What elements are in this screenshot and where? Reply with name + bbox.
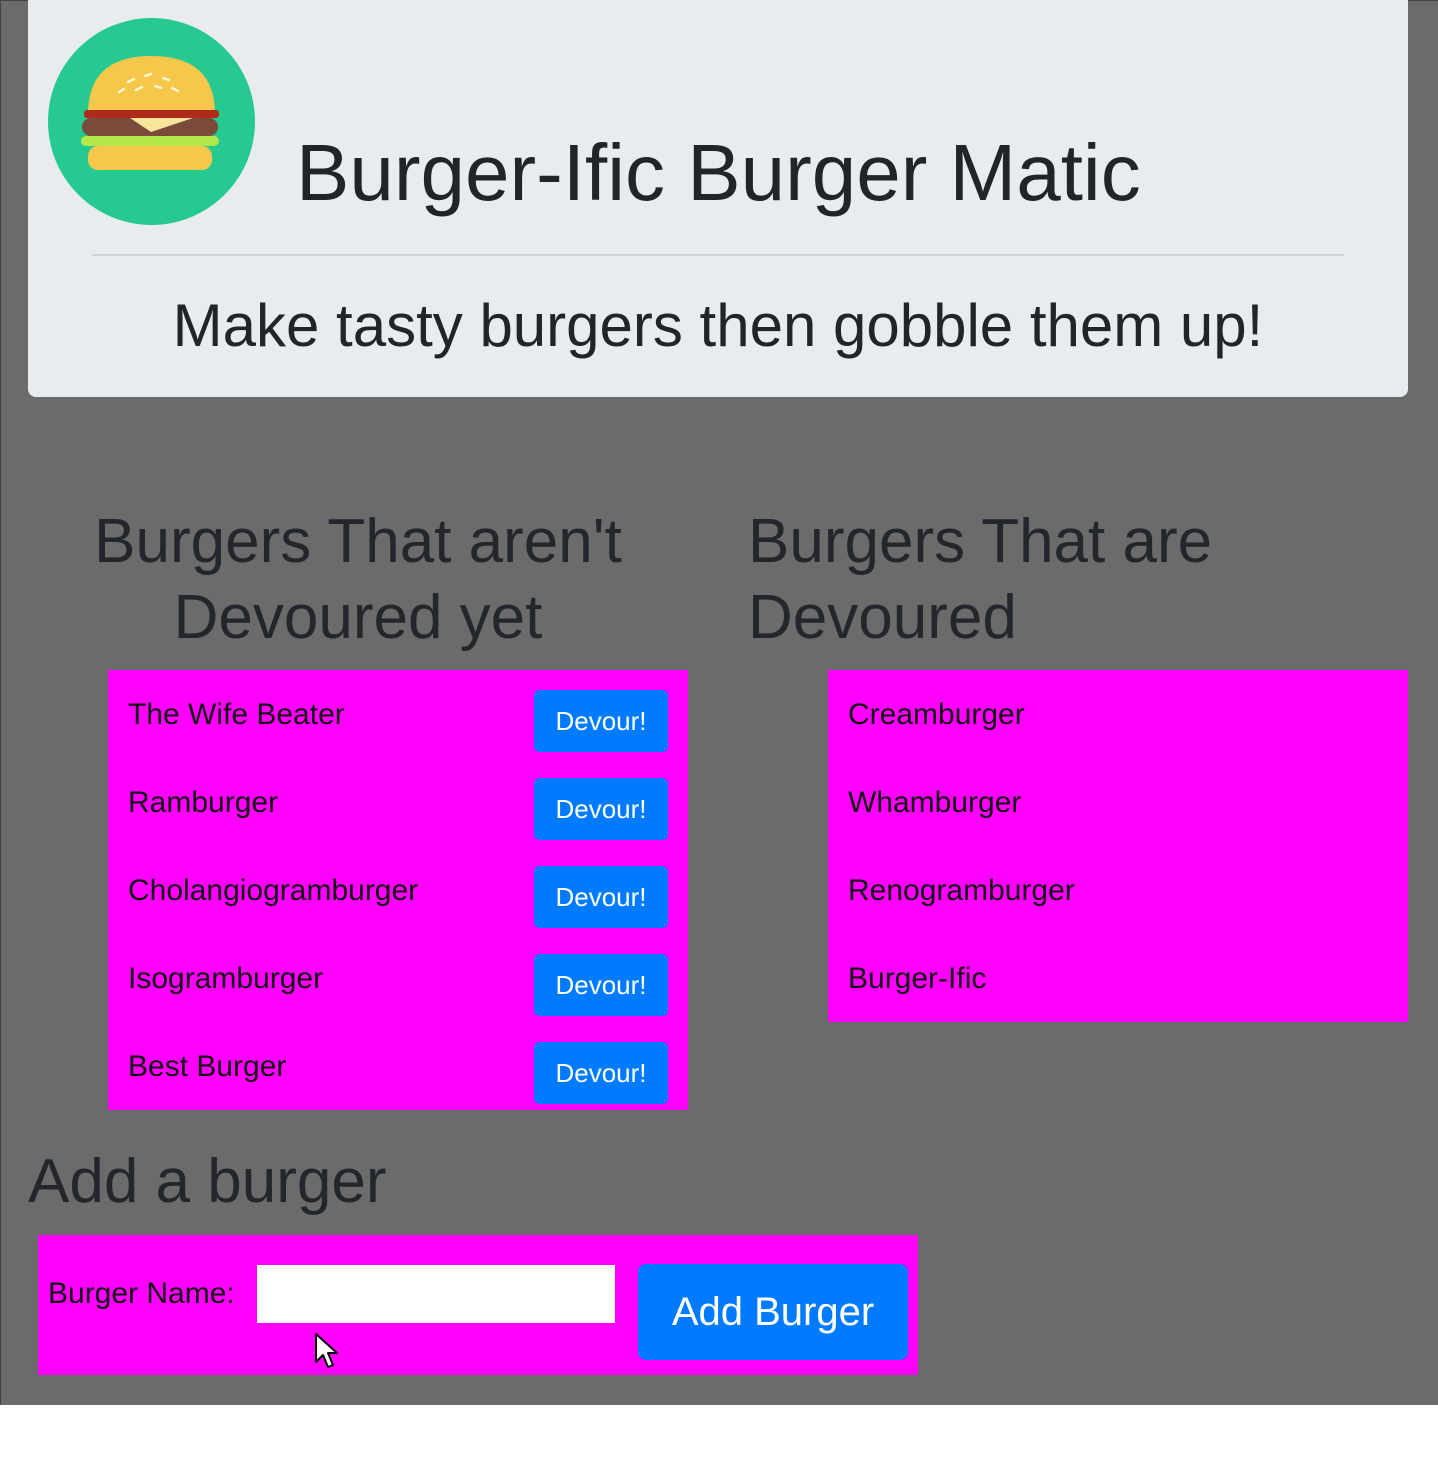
header-jumbotron: Burger-Ific Burger Matic Make tasty burg…: [28, 0, 1408, 397]
add-burger-heading: Add a burger: [28, 1147, 387, 1216]
not-devoured-heading-line1: Burgers That aren't: [94, 507, 622, 576]
list-item: Whamburger: [828, 758, 1408, 846]
not-devoured-heading: Burgers That aren't Devoured yet: [56, 504, 660, 656]
not-devoured-heading-line2: Devoured yet: [173, 583, 543, 652]
devour-button[interactable]: Devour!: [534, 690, 668, 752]
mouse-pointer-icon: [315, 1333, 338, 1368]
burger-name: Cholangiogramburger: [128, 874, 419, 907]
add-burger-button[interactable]: Add Burger: [638, 1264, 908, 1360]
burger-name: Ramburger: [128, 786, 279, 819]
list-item: Ramburger Devour!: [108, 758, 688, 846]
devour-button[interactable]: Devour!: [534, 954, 668, 1016]
devoured-heading-line2: Devoured: [748, 583, 1017, 652]
burger-name: Whamburger: [848, 786, 1022, 819]
devour-button[interactable]: Devour!: [534, 1042, 668, 1104]
burger-name: The Wife Beater: [128, 698, 345, 731]
devour-button[interactable]: Devour!: [534, 866, 668, 928]
burger-icon: [48, 18, 255, 225]
tagline: Make tasty burgers then gobble them up!: [172, 292, 1264, 359]
burger-name: Best Burger: [128, 1050, 287, 1083]
devour-button[interactable]: Devour!: [534, 778, 668, 840]
devoured-heading: Burgers That are Devoured: [748, 504, 1388, 656]
list-item: The Wife Beater Devour!: [108, 670, 688, 758]
list-item: Cholangiogramburger Devour!: [108, 846, 688, 934]
burger-name-label: Burger Name:: [48, 1277, 235, 1310]
burger-name: Renogramburger: [848, 874, 1075, 907]
list-item: Renogramburger: [828, 846, 1408, 934]
header-divider: [92, 254, 1344, 256]
burger-name: Creamburger: [848, 698, 1025, 731]
devoured-heading-line1: Burgers That are: [748, 507, 1213, 576]
list-item: Creamburger: [828, 670, 1408, 758]
burger-name: Isogramburger: [128, 962, 324, 995]
not-devoured-list: The Wife Beater Devour! Ramburger Devour…: [108, 670, 688, 1110]
list-item: Isogramburger Devour!: [108, 934, 688, 1022]
burger-name: Burger-Ific: [848, 962, 987, 995]
burger-name-input[interactable]: [257, 1265, 615, 1323]
app-title: Burger-Ific Burger Matic: [296, 128, 1141, 217]
list-item: Burger-Ific: [828, 934, 1408, 1022]
list-item: Best Burger Devour!: [108, 1022, 688, 1110]
add-burger-form: Burger Name: Add Burger: [38, 1235, 918, 1375]
devoured-list: Creamburger Whamburger Renogramburger Bu…: [828, 670, 1408, 1022]
